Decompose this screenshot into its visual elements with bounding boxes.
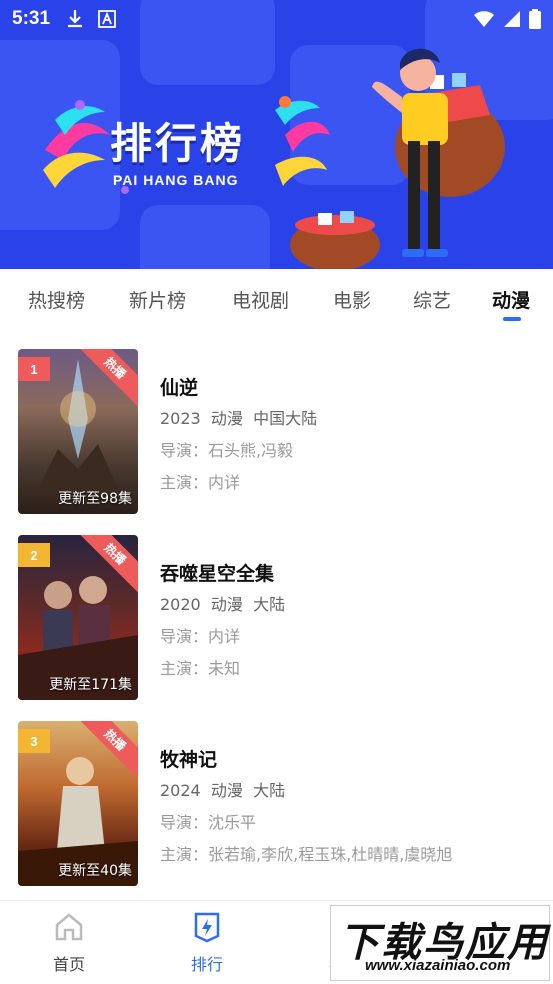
item-genre: 动漫: [210, 409, 243, 428]
item-cast: 主演：内详: [160, 469, 240, 493]
poster-image[interactable]: 1 热播 更新至98集: [18, 349, 138, 514]
item-meta: 2024 动漫 大陆: [160, 777, 285, 801]
wifi-icon: [474, 11, 494, 27]
item-title[interactable]: 吞噬星空全集: [160, 559, 274, 586]
item-meta: 2023 动漫 中国大陆: [160, 405, 317, 429]
battery-icon: [529, 9, 541, 29]
tab-variety[interactable]: 综艺: [413, 286, 451, 313]
update-status: 更新至171集: [49, 677, 132, 693]
a-notification-icon: [98, 10, 116, 28]
download-icon: [68, 10, 83, 28]
cast-label: 主演：: [160, 473, 209, 492]
item-year: 2020: [160, 595, 201, 614]
watermark: 下载鸟应用 www.xiazainiao.com: [330, 905, 550, 981]
nav-home[interactable]: 首页: [24, 911, 114, 975]
item-year: 2023: [160, 409, 201, 428]
update-status: 更新至40集: [58, 863, 132, 879]
list-item[interactable]: 1 热播 更新至98集 仙逆 2023 动漫 中国大陆 导演：石头熊,冯毅 主演…: [0, 349, 553, 515]
list-item[interactable]: 3 热播 更新至40集 牧神记 2024 动漫 大陆 导演：沈乐平 主演：张若瑜…: [0, 721, 553, 887]
tab-anime[interactable]: 动漫: [492, 286, 530, 313]
nav-rank[interactable]: 排行: [162, 911, 252, 975]
rank-icon: [194, 912, 220, 943]
cast-label: 主演：: [160, 845, 209, 864]
item-region: 大陆: [253, 781, 286, 800]
watermark-url: www.xiazainiao.com: [365, 957, 511, 974]
director-label: 导演：: [160, 813, 209, 832]
update-status: 更新至98集: [58, 491, 132, 507]
director-value: 石头熊,冯毅: [208, 441, 294, 460]
hero-title: 排行榜: [110, 119, 246, 168]
cast-value: 张若瑜,李欣,程玉珠,杜晴晴,虞晓旭: [208, 845, 453, 864]
item-director: 导演：石头熊,冯毅: [160, 437, 293, 461]
item-director: 导演：沈乐平: [160, 809, 256, 833]
tab-hot-search[interactable]: 热搜榜: [28, 286, 85, 313]
hero-banner: 排行榜 PAI HANG BANG: [0, 0, 553, 269]
item-genre: 动漫: [210, 781, 243, 800]
character-illustration: [290, 48, 505, 269]
tab-movies[interactable]: 电影: [333, 286, 371, 313]
item-cast: 主演：未知: [160, 655, 240, 679]
poster-image[interactable]: 2 热播 更新至171集: [18, 535, 138, 700]
item-genre: 动漫: [210, 595, 243, 614]
status-bar: 5:31: [0, 0, 553, 38]
item-title[interactable]: 仙逆: [160, 373, 198, 400]
rank-badge: 1: [18, 357, 50, 381]
director-label: 导演：: [160, 441, 209, 460]
director-value: 沈乐平: [208, 813, 257, 832]
cast-value: 内详: [208, 473, 241, 492]
item-region: 中国大陆: [253, 409, 318, 428]
cast-value: 未知: [208, 659, 241, 678]
tab-active-indicator: [503, 317, 521, 321]
poster-image[interactable]: 3 热播 更新至40集: [18, 721, 138, 886]
status-time: 5:31: [12, 8, 51, 29]
hero-subtitle: PAI HANG BANG: [113, 172, 239, 188]
tab-tv-series[interactable]: 电视剧: [232, 286, 289, 313]
nav-rank-label: 排行: [190, 955, 223, 974]
item-title[interactable]: 牧神记: [160, 745, 217, 772]
cast-label: 主演：: [160, 659, 209, 678]
signal-icon: [504, 11, 520, 27]
home-icon: [55, 913, 83, 941]
rank-badge: 2: [18, 543, 50, 567]
item-director: 导演：内详: [160, 623, 240, 647]
item-region: 大陆: [253, 595, 286, 614]
item-cast: 主演：张若瑜,李欣,程玉珠,杜晴晴,虞晓旭: [160, 841, 452, 865]
nav-home-label: 首页: [52, 955, 85, 974]
list-item[interactable]: 2 热播 更新至171集 吞噬星空全集 2020 动漫 大陆 导演：内详 主演：…: [0, 535, 553, 701]
item-year: 2024: [160, 781, 201, 800]
director-value: 内详: [208, 627, 241, 646]
rank-badge: 3: [18, 729, 50, 753]
director-label: 导演：: [160, 627, 209, 646]
item-meta: 2020 动漫 大陆: [160, 591, 285, 615]
tab-new-releases[interactable]: 新片榜: [129, 286, 186, 313]
